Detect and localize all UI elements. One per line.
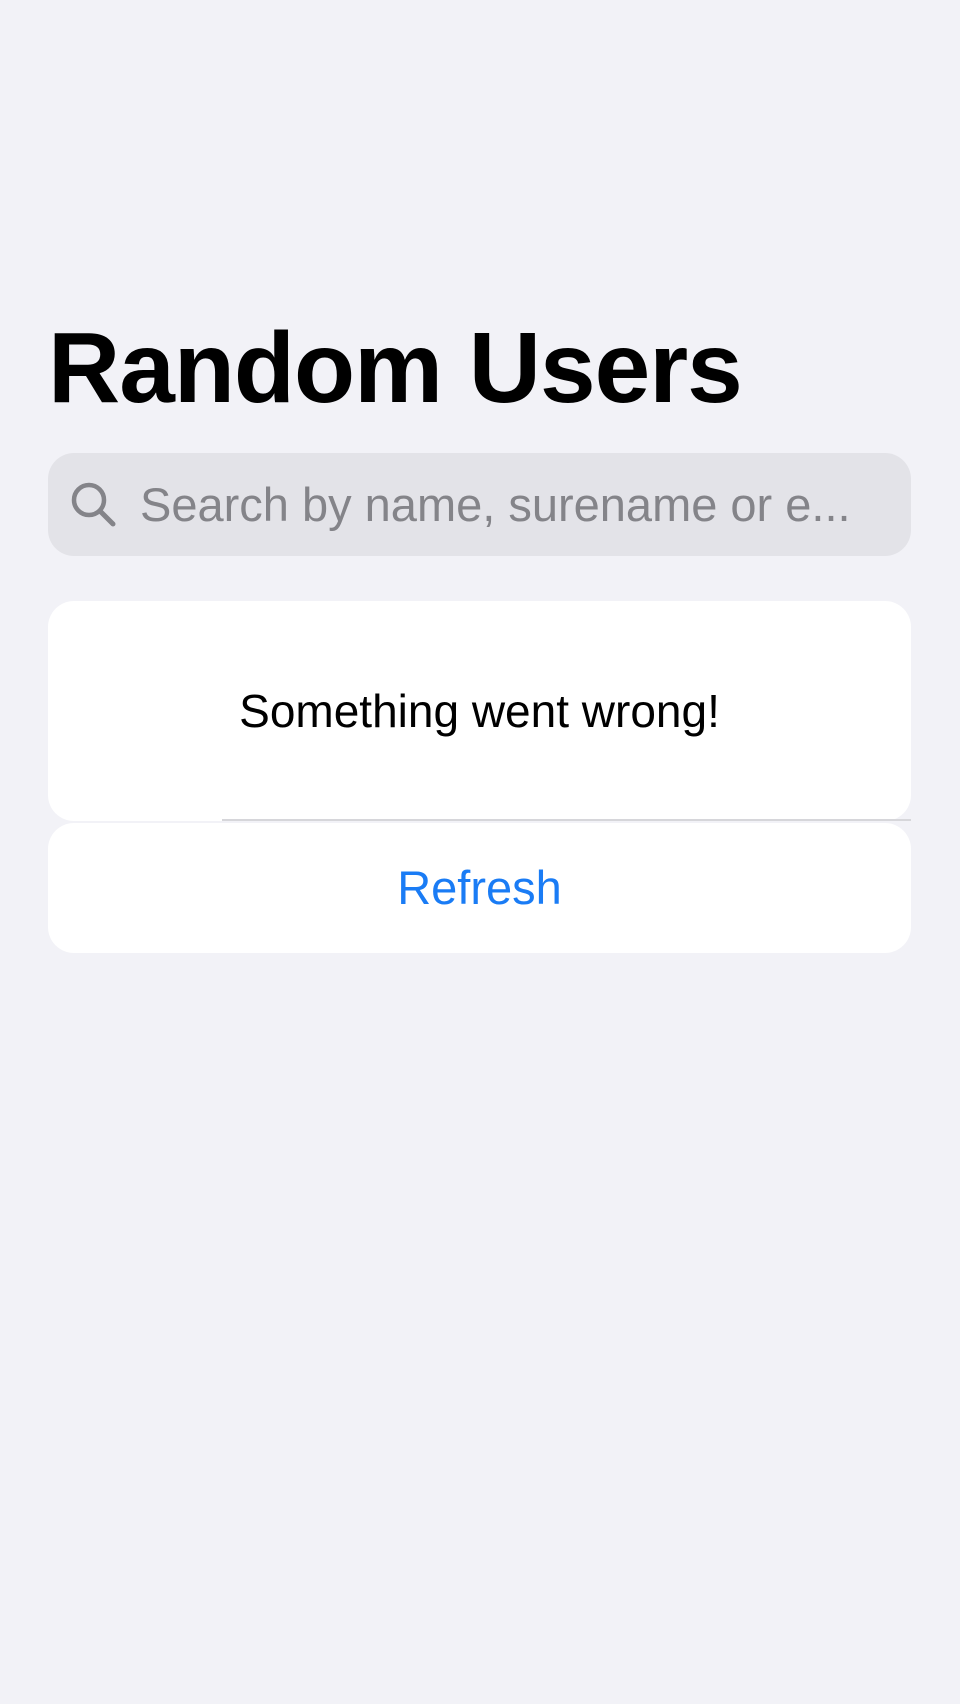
search-bar[interactable] (48, 453, 911, 556)
error-message: Something went wrong! (239, 685, 720, 737)
page-title: Random Users (48, 312, 743, 424)
divider (222, 819, 911, 821)
error-card: Something went wrong! (48, 601, 911, 821)
search-input[interactable] (138, 453, 898, 556)
refresh-button[interactable]: Refresh (48, 823, 911, 953)
search-icon (68, 479, 120, 531)
refresh-label: Refresh (397, 861, 562, 914)
